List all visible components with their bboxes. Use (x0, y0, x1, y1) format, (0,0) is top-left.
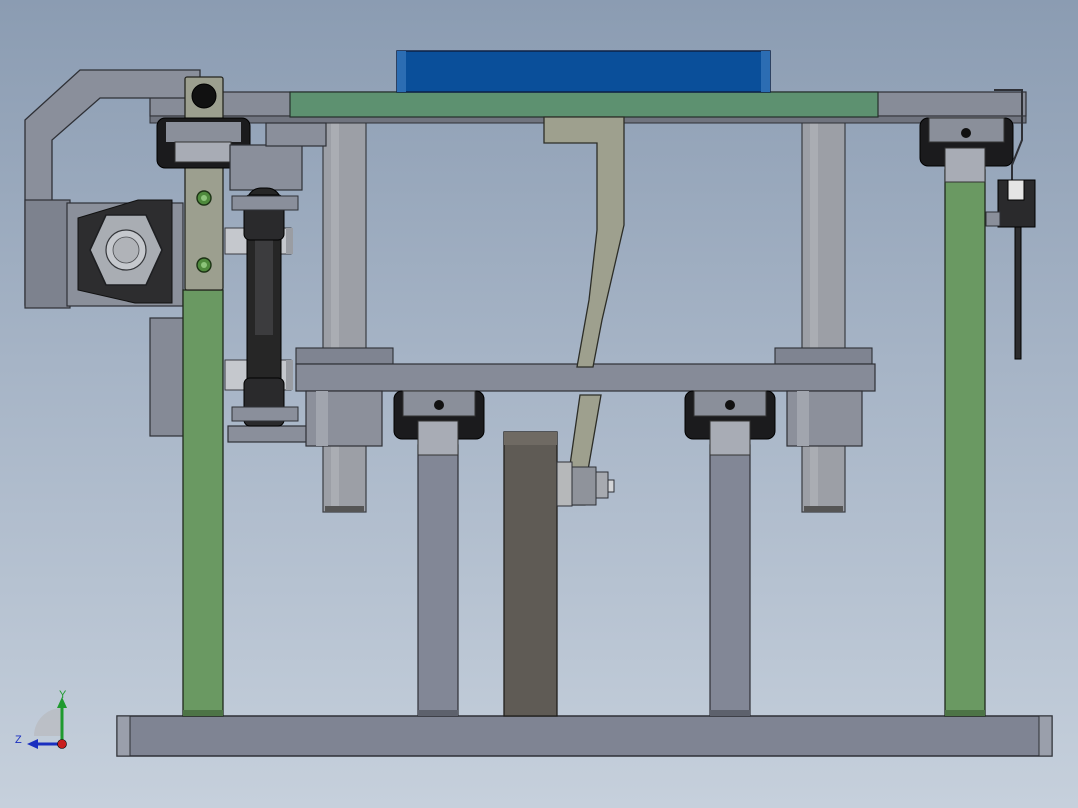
base-plate (116, 715, 1053, 757)
slider-block-top-right (919, 117, 1014, 183)
cad-viewport[interactable]: Y Z (0, 0, 1078, 808)
blue-top-block (396, 50, 771, 93)
axis-y-label: Y (59, 689, 67, 701)
axis-z-label: Z (15, 734, 22, 746)
slider-block-mid-right (684, 390, 776, 456)
bushing-right (786, 390, 863, 447)
hex-nut-icon (89, 214, 163, 286)
dark-center-block (503, 431, 558, 717)
top-rail-plate (289, 91, 879, 118)
right-green-column (944, 169, 986, 717)
motor-lower-box (149, 317, 186, 437)
slider-block-mid-left (393, 390, 485, 456)
axis-triad-icon (27, 697, 67, 749)
leg-right-inner (709, 444, 751, 717)
bushing-left (305, 390, 383, 447)
leg-left-inner (417, 444, 459, 717)
guide-shaft-left (322, 117, 367, 513)
guide-shaft-right (801, 117, 846, 513)
mechanism-drawing: Y Z (15, 50, 1053, 757)
left-green-column (182, 289, 224, 717)
pivot-bolt-icon (556, 461, 615, 507)
left-lever-plate (184, 76, 224, 291)
